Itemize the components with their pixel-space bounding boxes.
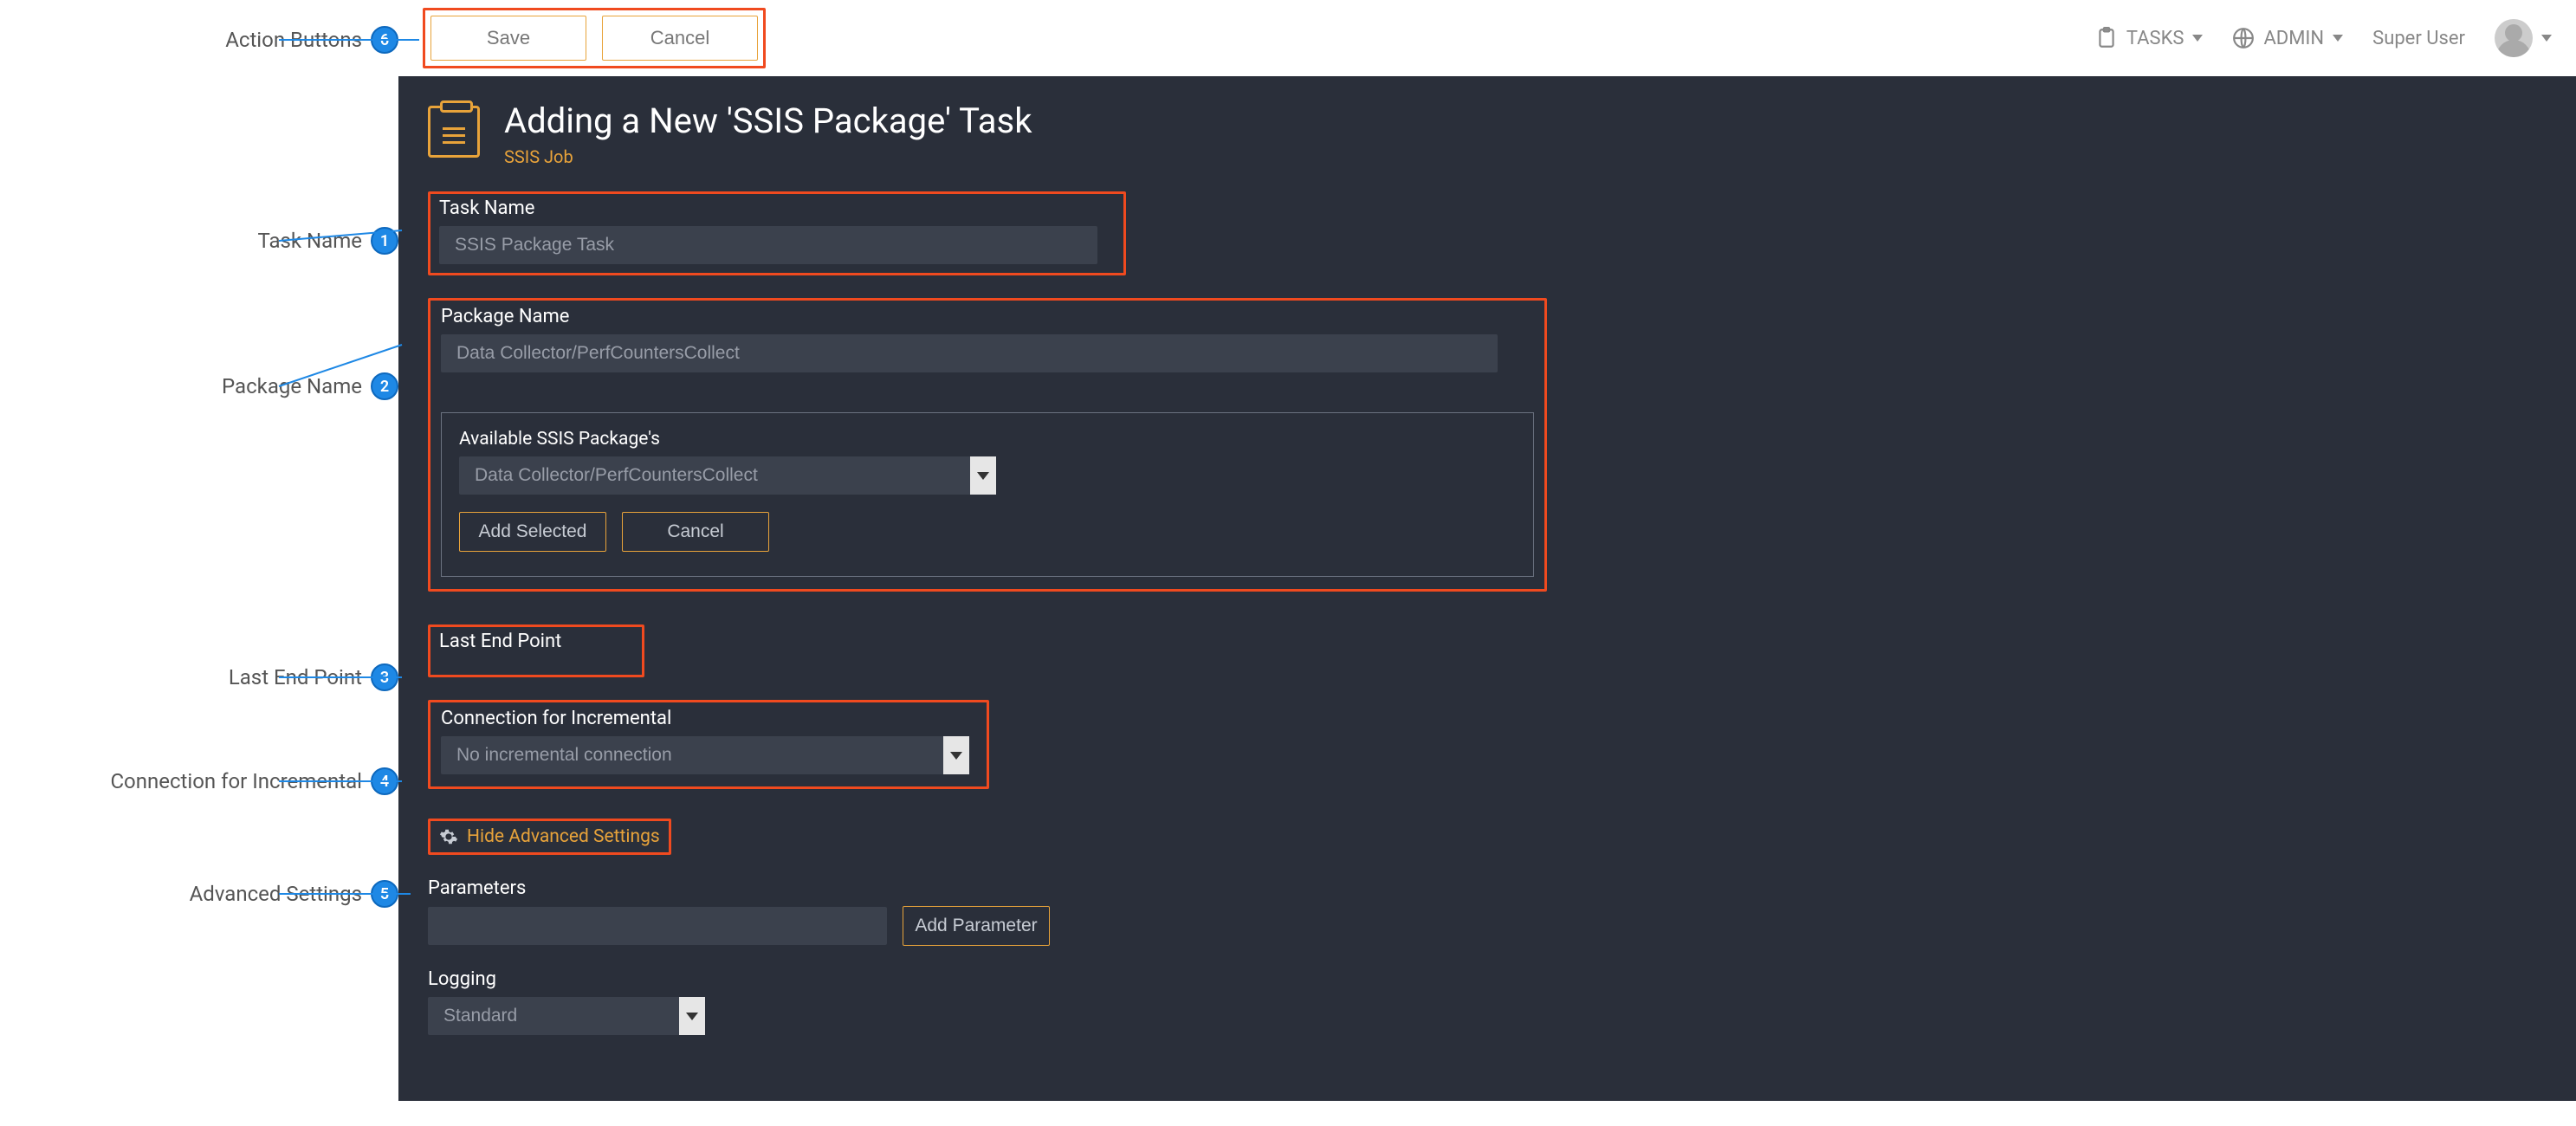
clipboard-icon xyxy=(2095,27,2118,49)
annotation-label: Package Name xyxy=(222,374,362,398)
package-name-highlight: Package Name Available SSIS Package's Ad… xyxy=(428,298,1547,592)
parameters-input[interactable] xyxy=(428,907,887,945)
caret-down-icon xyxy=(2541,35,2552,42)
cancel-button[interactable]: Cancel xyxy=(602,16,758,61)
user-menu[interactable] xyxy=(2495,19,2552,57)
advanced-settings-toggle[interactable]: Hide Advanced Settings xyxy=(439,826,660,847)
available-packages-label: Available SSIS Package's xyxy=(459,429,1516,450)
task-name-label: Task Name xyxy=(439,197,1115,219)
gear-icon xyxy=(439,827,458,846)
package-name-label: Package Name xyxy=(441,306,1534,327)
connection-incremental-highlight: Connection for Incremental xyxy=(428,700,989,789)
annotation-badge: 6 xyxy=(371,26,398,54)
task-name-input[interactable] xyxy=(439,226,1097,264)
tasks-label: TASKS xyxy=(2126,28,2184,49)
connection-incremental-label: Connection for Incremental xyxy=(441,708,976,729)
last-end-point-highlight: Last End Point xyxy=(428,624,644,677)
caret-down-icon xyxy=(2192,35,2203,42)
available-packages-box: Available SSIS Package's Add Selected Ca… xyxy=(441,412,1534,577)
annotation-badge: 3 xyxy=(371,663,398,691)
task-name-highlight: Task Name xyxy=(428,191,1126,275)
available-packages-select[interactable] xyxy=(459,456,996,495)
avatar-icon xyxy=(2495,19,2533,57)
add-selected-button[interactable]: Add Selected xyxy=(459,512,606,552)
globe-icon xyxy=(2232,27,2255,49)
top-bar: Save Cancel TASKS ADMIN Super User xyxy=(398,0,2576,76)
advanced-settings-toggle-label: Hide Advanced Settings xyxy=(467,826,660,847)
annotation-label: Connection for Incremental xyxy=(110,769,362,793)
clipboard-page-icon xyxy=(428,106,480,158)
annotation-badge: 4 xyxy=(371,767,398,795)
current-user: Super User xyxy=(2372,28,2465,49)
annotation-label: Advanced Settings xyxy=(190,882,362,906)
main-form-panel: Adding a New 'SSIS Package' Task SSIS Jo… xyxy=(398,76,2576,1101)
annotation-column: Action Buttons 6 Task Name 1 Package Nam… xyxy=(0,0,398,1101)
page-title: Adding a New 'SSIS Package' Task xyxy=(504,100,1032,141)
connection-incremental-select[interactable] xyxy=(441,736,969,774)
logging-label: Logging xyxy=(428,968,2547,990)
admin-label: ADMIN xyxy=(2263,28,2324,49)
cancel-selection-button[interactable]: Cancel xyxy=(622,512,769,552)
logging-select[interactable] xyxy=(428,997,705,1035)
parameters-label: Parameters xyxy=(428,877,2547,899)
page-subtitle: SSIS Job xyxy=(504,146,1032,167)
annotation-badge: 2 xyxy=(371,372,398,400)
annotation-badge: 5 xyxy=(371,880,398,908)
add-parameter-button[interactable]: Add Parameter xyxy=(903,906,1050,946)
caret-down-icon xyxy=(2333,35,2343,42)
action-buttons-highlight: Save Cancel xyxy=(423,8,766,68)
annotation-label: Action Buttons xyxy=(225,28,362,52)
advanced-settings-highlight: Hide Advanced Settings xyxy=(428,819,671,855)
annotation-label: Task Name xyxy=(257,229,362,253)
annotation-label: Last End Point xyxy=(229,665,362,689)
package-name-input[interactable] xyxy=(441,334,1498,372)
annotation-badge: 1 xyxy=(371,227,398,255)
save-button[interactable]: Save xyxy=(430,16,586,61)
tasks-menu[interactable]: TASKS xyxy=(2095,27,2204,49)
admin-menu[interactable]: ADMIN xyxy=(2232,27,2343,49)
last-end-point-label: Last End Point xyxy=(439,631,633,652)
